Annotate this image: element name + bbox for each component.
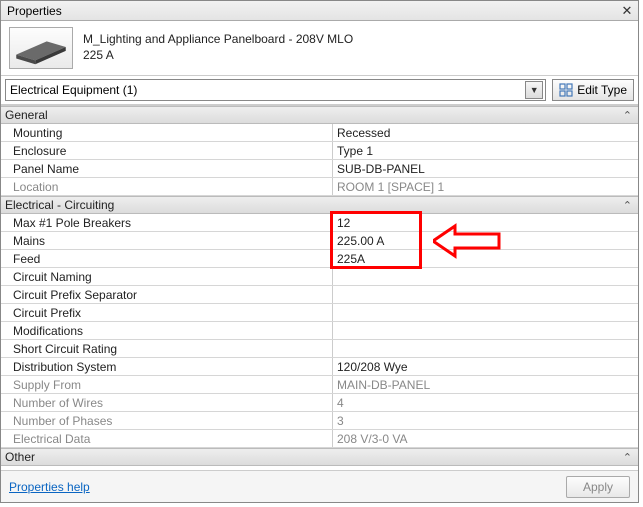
prop-value[interactable]: Recessed bbox=[333, 124, 638, 141]
prop-value[interactable]: 225.00 A bbox=[333, 232, 638, 249]
prop-value[interactable]: 12 bbox=[333, 214, 638, 231]
prop-value: MAIN-DB-PANEL bbox=[333, 376, 638, 393]
dropdown-label: Electrical Equipment (1) bbox=[10, 83, 137, 97]
titlebar: Properties ✕ bbox=[1, 1, 638, 21]
category-dropdown[interactable]: Electrical Equipment (1) ▼ bbox=[5, 79, 546, 101]
prop-label: Modifications bbox=[1, 322, 333, 339]
prop-label: Feed bbox=[1, 250, 333, 267]
prop-value: 3 bbox=[333, 412, 638, 429]
prop-label: Supply From bbox=[1, 376, 333, 393]
prop-label: Number of Wires bbox=[1, 394, 333, 411]
prop-value[interactable] bbox=[333, 286, 638, 303]
edit-type-icon bbox=[559, 83, 573, 97]
prop-value[interactable]: Type 1 bbox=[333, 142, 638, 159]
prop-label: Distribution System bbox=[1, 358, 333, 375]
prop-label: Short Circuit Rating bbox=[1, 340, 333, 357]
apply-button[interactable]: Apply bbox=[566, 476, 630, 498]
type-header: M_Lighting and Appliance Panelboard - 20… bbox=[1, 21, 638, 76]
section-circuiting[interactable]: Electrical - Circuiting ⌃ bbox=[1, 196, 638, 214]
properties-panel: Properties ✕ M_Lighting and Appliance Pa… bbox=[0, 0, 639, 503]
prop-label: Enclosure bbox=[1, 142, 333, 159]
properties-help-link[interactable]: Properties help bbox=[9, 480, 90, 494]
close-icon: ✕ bbox=[622, 4, 633, 17]
prop-value[interactable]: 120/208 Wye bbox=[333, 358, 638, 375]
prop-value[interactable]: SUB-DB-PANEL bbox=[333, 160, 638, 177]
prop-value[interactable] bbox=[333, 268, 638, 285]
chevron-down-icon: ▼ bbox=[525, 81, 543, 99]
prop-label: Mains bbox=[1, 232, 333, 249]
window-title: Properties bbox=[7, 4, 62, 18]
collapse-icon: ⌃ bbox=[623, 199, 632, 212]
footer: Properties help Apply bbox=[1, 470, 638, 502]
collapse-icon: ⌃ bbox=[623, 451, 632, 464]
edit-type-label: Edit Type bbox=[577, 83, 627, 97]
close-button[interactable]: ✕ bbox=[619, 3, 635, 19]
prop-label: Circuit Naming bbox=[1, 268, 333, 285]
prop-label: Circuit Prefix bbox=[1, 304, 333, 321]
type-title: M_Lighting and Appliance Panelboard - 20… bbox=[83, 32, 353, 48]
prop-label: Number of Phases bbox=[1, 412, 333, 429]
section-other[interactable]: Other ⌃ bbox=[1, 448, 638, 466]
circuiting-rows: Max #1 Pole Breakers12 Mains225.00 A Fee… bbox=[1, 214, 638, 448]
prop-value: ROOM 1 [SPACE] 1 bbox=[333, 178, 638, 195]
panelboard-icon bbox=[10, 28, 72, 68]
selector-row: Electrical Equipment (1) ▼ Edit Type bbox=[1, 76, 638, 105]
type-subtitle: 225 A bbox=[83, 48, 353, 64]
prop-value: 4 bbox=[333, 394, 638, 411]
section-label: General bbox=[5, 108, 48, 122]
type-thumbnail bbox=[9, 27, 73, 69]
prop-label: Panel Name bbox=[1, 160, 333, 177]
prop-value[interactable] bbox=[333, 340, 638, 357]
prop-label: Max #1 Pole Breakers bbox=[1, 214, 333, 231]
prop-label: Electrical Data bbox=[1, 430, 333, 447]
collapse-icon: ⌃ bbox=[623, 109, 632, 122]
prop-value[interactable]: 225A bbox=[333, 250, 638, 267]
prop-label: Circuit Prefix Separator bbox=[1, 286, 333, 303]
prop-value: 208 V/3-0 VA bbox=[333, 430, 638, 447]
edit-type-button[interactable]: Edit Type bbox=[552, 79, 634, 101]
section-label: Electrical - Circuiting bbox=[5, 198, 114, 212]
section-label: Other bbox=[5, 450, 35, 464]
section-general[interactable]: General ⌃ bbox=[1, 106, 638, 124]
properties-grid[interactable]: General ⌃ MountingRecessed EnclosureType… bbox=[1, 105, 638, 470]
prop-value[interactable] bbox=[333, 322, 638, 339]
prop-label: Mounting bbox=[1, 124, 333, 141]
prop-label: Location bbox=[1, 178, 333, 195]
prop-value[interactable] bbox=[333, 304, 638, 321]
